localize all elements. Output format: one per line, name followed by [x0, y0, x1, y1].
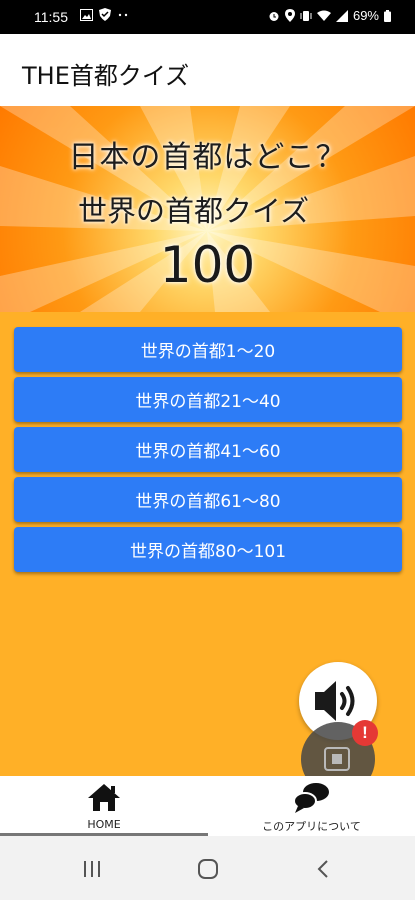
status-right-icons: 69%	[268, 8, 391, 23]
signal-icon	[335, 9, 348, 22]
shield-icon	[99, 8, 111, 21]
nav-item-about[interactable]: このアプリについて	[208, 776, 415, 836]
quiz-range-button-2[interactable]: 世界の首都21〜40	[14, 377, 402, 422]
home-icon	[88, 784, 120, 811]
status-bar: 11:55 69%	[0, 0, 415, 34]
system-nav-bar	[0, 836, 415, 900]
quiz-range-button-5[interactable]: 世界の首都80〜101	[14, 527, 402, 572]
back-icon[interactable]	[316, 859, 330, 879]
chat-bubbles-icon	[292, 783, 329, 813]
battery-percent: 69%	[352, 8, 379, 23]
battery-icon	[384, 9, 391, 22]
banner-count: 100	[159, 236, 256, 294]
stop-square-icon	[324, 747, 350, 771]
nav-item-home[interactable]: HOME	[0, 776, 208, 836]
banner-headline: 日本の首都はどこ？	[68, 140, 347, 175]
title-banner: 日本の首都はどこ？ 世界の首都クイズ 100	[0, 106, 415, 312]
alarm-icon	[269, 11, 279, 21]
app-title: THE首都クイズ	[22, 62, 190, 90]
home-circle-icon[interactable]	[197, 858, 219, 880]
status-left-icons	[80, 8, 129, 21]
quiz-range-button-4[interactable]: 世界の首都61〜80	[14, 477, 402, 522]
vibrate-icon	[300, 10, 312, 21]
bottom-nav: HOME このアプリについて	[0, 776, 415, 836]
quiz-range-button-3[interactable]: 世界の首都41〜60	[14, 427, 402, 472]
alert-badge: !	[352, 720, 378, 746]
more-dots-icon	[118, 13, 128, 16]
nav-label-home: HOME	[87, 818, 121, 831]
banner-subtitle: 世界の首都クイズ	[78, 194, 310, 228]
nav-label-about: このアプリについて	[262, 820, 361, 833]
gallery-icon	[80, 8, 93, 21]
location-icon	[284, 9, 295, 22]
recent-apps-icon[interactable]	[82, 860, 102, 878]
app-bar: THE首都クイズ	[0, 34, 415, 106]
status-time: 11:55	[34, 9, 68, 25]
wifi-icon	[316, 10, 331, 21]
quiz-menu: 世界の首都1〜20 世界の首都21〜40 世界の首都41〜60 世界の首都61〜…	[14, 327, 402, 577]
quiz-range-button-1[interactable]: 世界の首都1〜20	[14, 327, 402, 372]
